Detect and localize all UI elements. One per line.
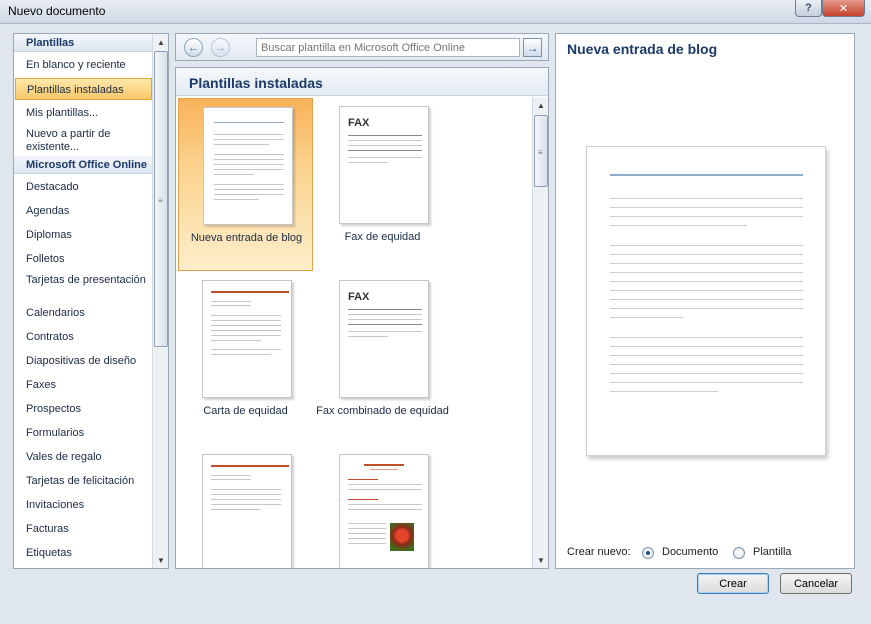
title-bar: Nuevo documento ? ✕ (0, 0, 871, 24)
radio-plantilla-label: Plantilla (753, 546, 792, 558)
template-tile-blog[interactable]: Nueva entrada de blog (178, 98, 313, 271)
nav-item-invitaciones[interactable]: Invitaciones (26, 499, 150, 512)
scroll-down-icon[interactable]: ▼ (533, 552, 548, 568)
preview-document (586, 146, 826, 456)
gallery-scroll-thumb[interactable]: ≡ (534, 115, 548, 187)
nav-item-tarjetas-presentacion[interactable]: Tarjetas de presentación (26, 274, 150, 287)
nav-item-destacado[interactable]: Destacado (26, 181, 150, 194)
nav-item-faxes[interactable]: Faxes (26, 379, 150, 392)
radio-documento[interactable] (642, 547, 654, 559)
back-button[interactable]: ← (184, 38, 203, 57)
radio-plantilla[interactable] (733, 547, 745, 559)
template-tile-5[interactable] (178, 446, 313, 568)
arrow-left-icon: ← (188, 41, 199, 54)
nav-item-folletos[interactable]: Folletos (26, 253, 150, 266)
close-button[interactable]: ✕ (822, 0, 865, 17)
preview-pane: Nueva entrada de blog Crear nuevo: Docum… (555, 33, 855, 569)
template-thumbnail: FAX (339, 106, 429, 224)
template-thumbnail (203, 107, 293, 225)
scroll-up-icon[interactable]: ▲ (533, 97, 548, 113)
template-label: Nueva entrada de blog (190, 232, 303, 244)
nav-item-agendas[interactable]: Agendas (26, 205, 150, 218)
nav-item-contratos[interactable]: Contratos (26, 331, 150, 344)
scroll-down-icon[interactable]: ▼ (153, 552, 168, 568)
arrow-right-icon: → (526, 40, 539, 55)
template-label: Fax combinado de equidad (316, 405, 449, 417)
template-gallery: Plantillas instaladas Nueva entrada de b… (175, 67, 549, 569)
arrow-right-icon: → (215, 41, 226, 54)
scroll-up-icon[interactable]: ▲ (153, 34, 168, 50)
nav-scroll-thumb[interactable]: ≡ (154, 51, 168, 347)
nav-item-nuevo-existente[interactable]: Nuevo a partir de existente... (26, 128, 150, 154)
create-button[interactable]: Crear (697, 573, 769, 594)
nav-item-en-blanco[interactable]: En blanco y reciente (26, 59, 150, 72)
nav-item-diapositivas[interactable]: Diapositivas de diseño (26, 355, 150, 368)
gallery-scrollbar[interactable]: ▲ ≡ ▼ (532, 97, 548, 568)
template-thumbnail (339, 454, 429, 568)
cancel-button[interactable]: Cancelar (780, 573, 852, 594)
gallery-title: Plantillas instaladas (176, 68, 548, 96)
nav-item-diplomas[interactable]: Diplomas (26, 229, 150, 242)
preview-title: Nueva entrada de blog (567, 41, 718, 57)
fax-heading: FAX (348, 291, 370, 303)
nav-item-prospectos[interactable]: Prospectos (26, 403, 150, 416)
nav-item-mis-plantillas[interactable]: Mis plantillas... (26, 107, 150, 120)
nav-item-etiquetas[interactable]: Etiquetas (26, 547, 150, 560)
nav-item-formularios[interactable]: Formularios (26, 427, 150, 440)
fax-heading: FAX (348, 117, 370, 129)
forward-button[interactable]: → (211, 38, 230, 57)
radio-documento-label: Documento (662, 546, 719, 558)
search-go-button[interactable]: → (523, 38, 542, 57)
template-label: Carta de equidad (203, 405, 288, 417)
nav-item-plantillas-instaladas[interactable]: Plantillas instaladas (15, 78, 152, 100)
help-button[interactable]: ? (795, 0, 822, 17)
nav-scrollbar[interactable]: ▲ ≡ ▼ (152, 34, 168, 568)
nav-item-facturas[interactable]: Facturas (26, 523, 150, 536)
category-nav: Plantillas En blanco y reciente Plantill… (13, 33, 169, 569)
template-thumbnail: FAX (339, 280, 429, 398)
create-new-label: Crear nuevo: (567, 546, 631, 558)
template-thumbnail (202, 454, 292, 568)
template-tile-6[interactable] (315, 446, 450, 568)
tulip-image (390, 523, 414, 551)
search-toolbar: ← → → (175, 33, 549, 61)
template-tile-carta-equidad[interactable]: Carta de equidad (178, 272, 313, 445)
nav-item-calendarios[interactable]: Calendarios (26, 307, 150, 320)
template-tile-fax-combinado[interactable]: FAX Fax combinado de equidad (315, 272, 450, 445)
search-input[interactable] (256, 38, 520, 57)
nav-item-vales[interactable]: Vales de regalo (26, 451, 150, 464)
nav-header-plantillas: Plantillas (14, 34, 152, 52)
template-thumbnail (202, 280, 292, 398)
template-label: Fax de equidad (344, 231, 421, 243)
template-tile-fax-equidad[interactable]: FAX Fax de equidad (315, 98, 450, 271)
window-title: Nuevo documento (8, 4, 106, 18)
nav-item-tarjetas-felicitacion[interactable]: Tarjetas de felicitación (26, 475, 150, 488)
nav-header-office-online: Microsoft Office Online (14, 156, 152, 174)
